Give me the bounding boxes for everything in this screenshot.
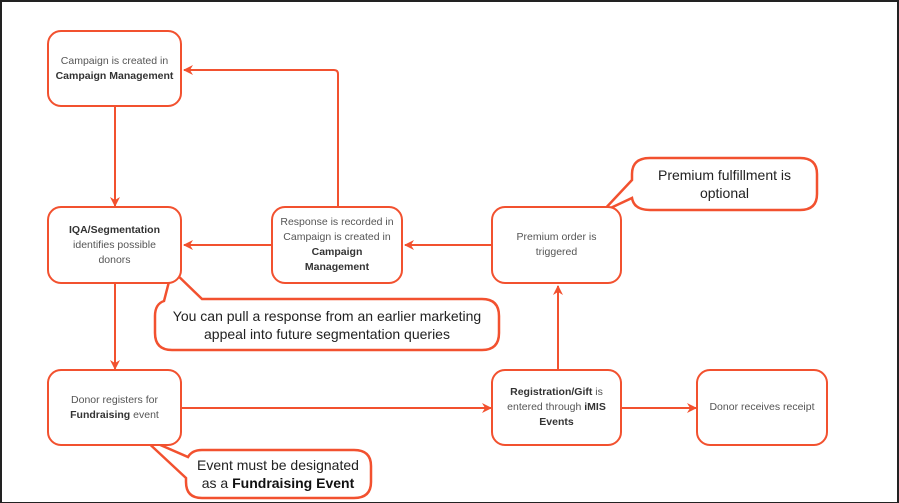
arrow-response-to-campaign [183,65,339,208]
node-bold-text: Registration/Gift [510,386,593,398]
node-campaign-created[interactable]: Campaign is created in Campaign Managemen… [47,30,182,107]
node-bold-text: Fundraising [70,408,131,421]
node-text: Donor registers for [71,393,158,406]
node-text: Campaign is created in [60,54,169,67]
node-text: Premium order is triggered [516,231,597,258]
node-text: Response is recorded in Campaign is crea… [280,216,394,243]
node-bold-text: IQA/Segmentation [68,223,160,236]
node-response-recorded[interactable]: Response is recorded in Campaign is crea… [271,206,403,284]
node-donor-registers[interactable]: Donor registers for Fundraising event [47,369,182,446]
node-premium-order[interactable]: Premium order is triggered [491,206,622,284]
node-iqa-segmentation[interactable]: IQA/Segmentation identifies possible dono… [47,206,182,284]
callout-segmentation-text: You can pull a response from an earlier … [172,307,482,342]
node-text: identifies possible donors [73,238,156,266]
node-text: event [133,408,159,421]
node-bold-text: Campaign Management [304,246,370,273]
node-bold-text: Campaign Management [55,69,174,82]
node-text: Donor receives receipt [709,401,815,413]
node-registration-gift[interactable]: Registration/Gift is entered through iMI… [491,369,622,446]
node-donor-receipt[interactable]: Donor receives receipt [696,369,828,446]
callout-premium-text: Premium fulfillment is optional [657,167,792,201]
callout-bold-text: Fundraising Event [232,475,355,491]
diagram-canvas: Campaign is created in Campaign Managemen… [0,0,899,503]
callout-event-text: Event must be designated as a Fundraisin… [190,452,366,496]
